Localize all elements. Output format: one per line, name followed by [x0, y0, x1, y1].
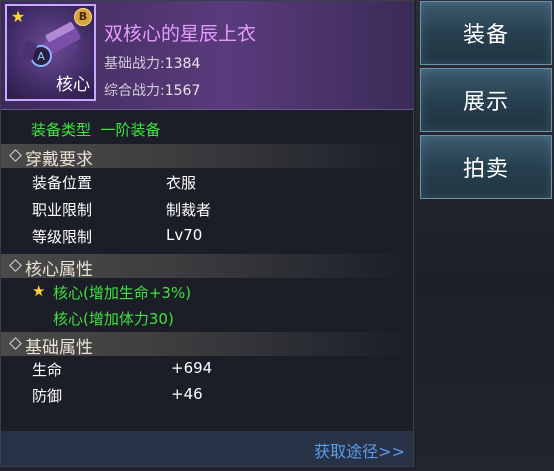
attr-label: 防御: [32, 387, 63, 405]
diamond-icon: [9, 149, 22, 162]
section-title: 穿戴要求: [25, 150, 93, 170]
acquire-path-link[interactable]: 获取途径>>: [314, 438, 405, 462]
base-power-line: 基础战力:1384: [104, 53, 200, 73]
total-power-label: 综合战力:: [104, 83, 165, 99]
diamond-icon: [9, 337, 22, 350]
req-value: 衣服: [166, 174, 197, 192]
equip-button[interactable]: 装备: [420, 1, 552, 65]
req-value: Lv70: [166, 226, 203, 244]
equipment-type: 装备类型 一阶装备: [31, 121, 161, 139]
gun-icon: A: [20, 22, 81, 67]
item-tooltip-panel: ★ B A 核心 双核心的星辰上衣 基础战力:1384 综合战力:1567 装备…: [0, 0, 414, 467]
total-power-value: 1567: [164, 83, 201, 99]
section-requirements: 穿戴要求: [1, 144, 413, 170]
attr-label: 生命: [32, 361, 63, 379]
attr-value: +694: [171, 359, 213, 377]
diamond-icon: [9, 259, 22, 272]
base-power-label: 基础战力:: [104, 56, 165, 72]
item-header: ★ B A 核心 双核心的星辰上衣 基础战力:1384 综合战力:1567: [1, 1, 413, 110]
req-label: 等级限制: [32, 228, 93, 246]
core-attribute: 核心(增加生命+3%): [53, 284, 192, 302]
section-base-attributes: 基础属性: [1, 332, 413, 358]
attr-value: +46: [171, 385, 203, 403]
item-name: 双核心的星辰上衣: [104, 23, 257, 45]
svg-text:A: A: [37, 50, 45, 63]
req-label: 装备位置: [32, 174, 93, 192]
show-button[interactable]: 展示: [420, 68, 552, 132]
core-label: 核心: [56, 75, 90, 95]
section-core-attributes: 核心属性: [1, 254, 413, 280]
item-icon-box[interactable]: ★ B A 核心: [5, 4, 96, 101]
footer-bar: 获取途径>>: [1, 431, 413, 466]
req-label: 职业限制: [32, 201, 93, 219]
section-title: 基础属性: [25, 338, 93, 358]
core-attribute: 核心(增加体力30): [53, 310, 174, 328]
req-value: 制裁者: [166, 201, 212, 219]
section-title: 核心属性: [25, 260, 93, 280]
action-sidebar: 装备 展示 拍卖: [416, 0, 554, 471]
total-power-line: 综合战力:1567: [104, 80, 200, 100]
base-power-value: 1384: [164, 56, 201, 72]
auction-button[interactable]: 拍卖: [420, 135, 552, 199]
star-icon: ★: [32, 282, 46, 300]
